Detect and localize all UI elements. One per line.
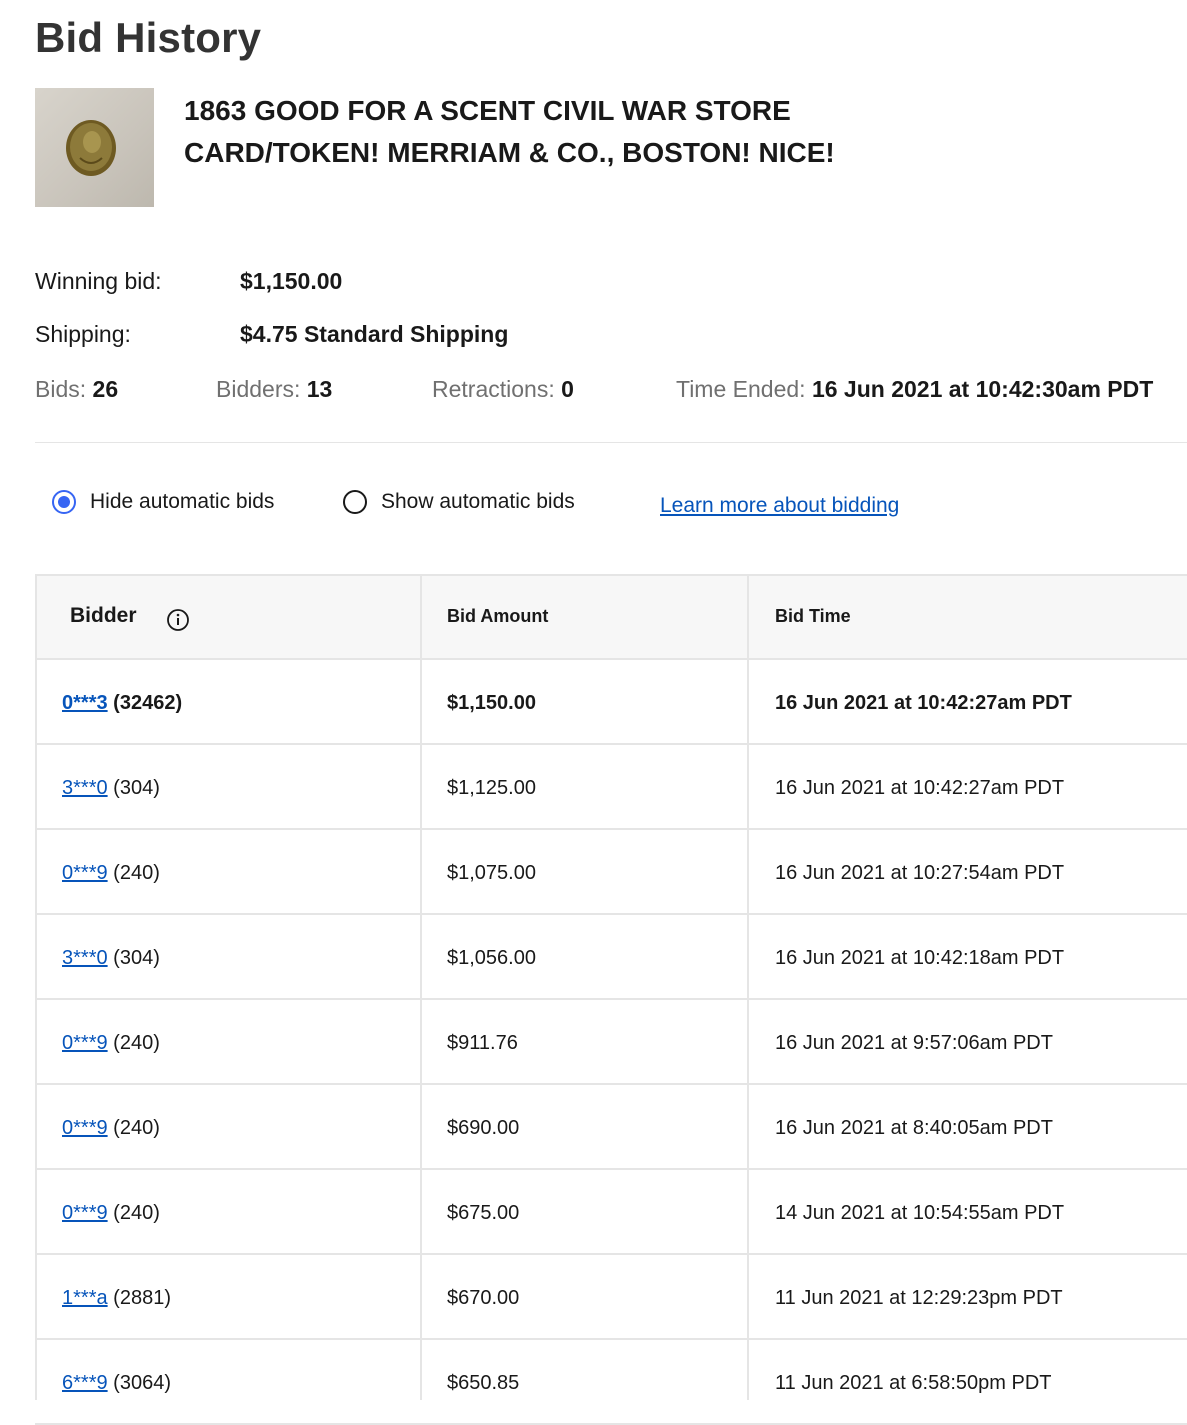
table-row: 6***9 (3064) $650.85 11 Jun 2021 at 6:58:5… <box>35 1340 1187 1425</box>
column-header-bid-time: Bid Time <box>775 606 851 626</box>
table-row: 0***9 (240) $1,075.00 16 Jun 2021 at 10:27… <box>35 830 1187 915</box>
hide-automatic-bids-label: Hide automatic bids <box>90 490 275 513</box>
bidder-cell: 0***9 (240) <box>62 1117 160 1140</box>
learn-more-link[interactable]: Learn more about bidding <box>660 494 899 518</box>
time-ended-value: 16 Jun 2021 at 10:42:30am PDT <box>811 376 1154 402</box>
bid-amount-cell: $675.00 <box>447 1202 520 1224</box>
bids-label: Bids: <box>35 376 87 402</box>
bidder-cell: 0***9 (240) <box>62 1032 160 1055</box>
bid-time-cell: 14 Jun 2021 at 10:54:55am PDT <box>775 1202 1065 1224</box>
show-automatic-bids-radio[interactable]: Show automatic bids <box>343 490 575 514</box>
bidder-feedback-score: (304) <box>113 947 160 969</box>
bid-time-cell: 11 Jun 2021 at 12:29:23pm PDT <box>775 1287 1063 1309</box>
table-row: 0***9 (240) $675.00 14 Jun 2021 at 10:54:5… <box>35 1170 1187 1255</box>
bidders-stat: Bidders: 13 <box>216 376 332 403</box>
bidders-value: 13 <box>306 376 333 402</box>
bid-amount-cell: $1,075.00 <box>447 862 536 884</box>
bidder-cell: 0***3 (32462) <box>62 692 182 715</box>
bidders-label: Bidders: <box>216 376 301 402</box>
bids-stat: Bids: 26 <box>35 376 118 403</box>
bid-amount-cell: $1,056.00 <box>447 947 536 969</box>
bidder-feedback-score: (32462) <box>113 692 183 714</box>
table-row: 3***0 (304) $1,125.00 16 Jun 2021 at 10:42… <box>35 745 1187 830</box>
item-title: 1863 GOOD FOR A SCENT CIVIL WAR STORE CA… <box>184 95 835 168</box>
bid-time-cell: 16 Jun 2021 at 10:27:54am PDT <box>775 862 1065 884</box>
bid-amount-cell: $911.76 <box>447 1032 518 1054</box>
bidder-cell: 6***9 (3064) <box>62 1372 171 1395</box>
bidder-cell: 1***a (2881) <box>62 1287 171 1310</box>
bid-amount-cell: $1,150.00 <box>447 692 536 714</box>
coin-image-icon <box>66 120 116 176</box>
bidder-feedback-score: (240) <box>113 1202 160 1224</box>
bidder-feedback-score: (304) <box>113 777 160 799</box>
retractions-stat: Retractions: 0 <box>432 376 574 403</box>
retractions-label: Retractions: <box>432 376 555 402</box>
bid-amount-cell: $1,125.00 <box>447 777 536 799</box>
table-row: 1***a (2881) $670.00 11 Jun 2021 at 12:29:… <box>35 1255 1187 1340</box>
bidder-feedback-score: (3064) <box>113 1372 171 1394</box>
bid-amount-cell: $650.85 <box>447 1372 520 1394</box>
table-row: 0***3 (32462) $1,150.00 16 Jun 2021 at 10:… <box>35 660 1187 745</box>
bidder-feedback-score: (2881) <box>113 1287 171 1309</box>
bid-amount-cell: $690.00 <box>447 1117 520 1139</box>
bid-amount-cell: $670.00 <box>447 1287 520 1309</box>
bid-time-cell: 16 Jun 2021 at 10:42:27am PDT <box>775 777 1065 799</box>
bidder-link[interactable]: 0***9 <box>62 1117 108 1139</box>
section-divider <box>35 442 1187 443</box>
time-ended-label: Time Ended: <box>676 376 806 402</box>
shipping-value: $4.75 Standard Shipping <box>240 321 509 347</box>
winning-bid-value: $1,150.00 <box>240 268 343 294</box>
column-header-bid-amount: Bid Amount <box>447 606 549 626</box>
bidder-link[interactable]: 1***a <box>62 1287 108 1309</box>
column-header-bidder[interactable]: Bidder <box>70 604 137 628</box>
bidder-link[interactable]: 0***9 <box>62 862 108 884</box>
table-row: 0***9 (240) $911.76 16 Jun 2021 at 9:57:06… <box>35 1000 1187 1085</box>
hide-automatic-bids-radio[interactable]: Hide automatic bids <box>52 490 274 514</box>
info-icon[interactable] <box>166 608 190 632</box>
bidder-cell: 3***0 (304) <box>62 947 160 970</box>
column-divider <box>747 574 749 1400</box>
table-row: 0***9 (240) $690.00 16 Jun 2021 at 8:40:05… <box>35 1085 1187 1170</box>
bid-time-cell: 16 Jun 2021 at 10:42:18am PDT <box>775 947 1065 969</box>
table-row: 3***0 (304) $1,056.00 16 Jun 2021 at 10:42… <box>35 915 1187 1000</box>
bidder-feedback-score: (240) <box>113 1117 160 1139</box>
bids-value: 26 <box>92 376 119 402</box>
bidder-feedback-score: (240) <box>113 1032 160 1054</box>
bid-time-cell: 16 Jun 2021 at 8:40:05am PDT <box>775 1117 1053 1139</box>
show-automatic-bids-label: Show automatic bids <box>381 490 575 513</box>
shipping-label: Shipping: <box>35 321 131 347</box>
bidder-cell: 0***9 (240) <box>62 1202 160 1225</box>
bid-time-cell: 11 Jun 2021 at 6:58:50pm PDT <box>775 1372 1052 1394</box>
bid-time-cell: 16 Jun 2021 at 10:42:27am PDT <box>775 692 1072 714</box>
bid-time-cell: 16 Jun 2021 at 9:57:06am PDT <box>775 1032 1053 1054</box>
bidder-link[interactable]: 0***3 <box>62 692 108 714</box>
table-header <box>35 574 1187 660</box>
page-title: Bid History <box>35 14 262 61</box>
bidder-link[interactable]: 3***0 <box>62 947 108 969</box>
bidder-link[interactable]: 0***9 <box>62 1202 108 1224</box>
radio-selected-icon[interactable] <box>52 490 76 514</box>
time-ended-stat: Time Ended: 16 Jun 2021 at 10:42:30am PD… <box>676 376 1153 403</box>
item-thumbnail[interactable] <box>35 88 154 207</box>
bidder-cell: 3***0 (304) <box>62 777 160 800</box>
bidder-link[interactable]: 0***9 <box>62 1032 108 1054</box>
retractions-value: 0 <box>561 376 574 402</box>
column-divider <box>420 574 422 1400</box>
bidder-link[interactable]: 3***0 <box>62 777 108 799</box>
table-border-left <box>35 574 37 1400</box>
bidder-link[interactable]: 6***9 <box>62 1372 108 1394</box>
radio-unselected-icon[interactable] <box>343 490 367 514</box>
bidder-feedback-score: (240) <box>113 862 160 884</box>
winning-bid-label: Winning bid: <box>35 268 162 294</box>
bidder-cell: 0***9 (240) <box>62 862 160 885</box>
